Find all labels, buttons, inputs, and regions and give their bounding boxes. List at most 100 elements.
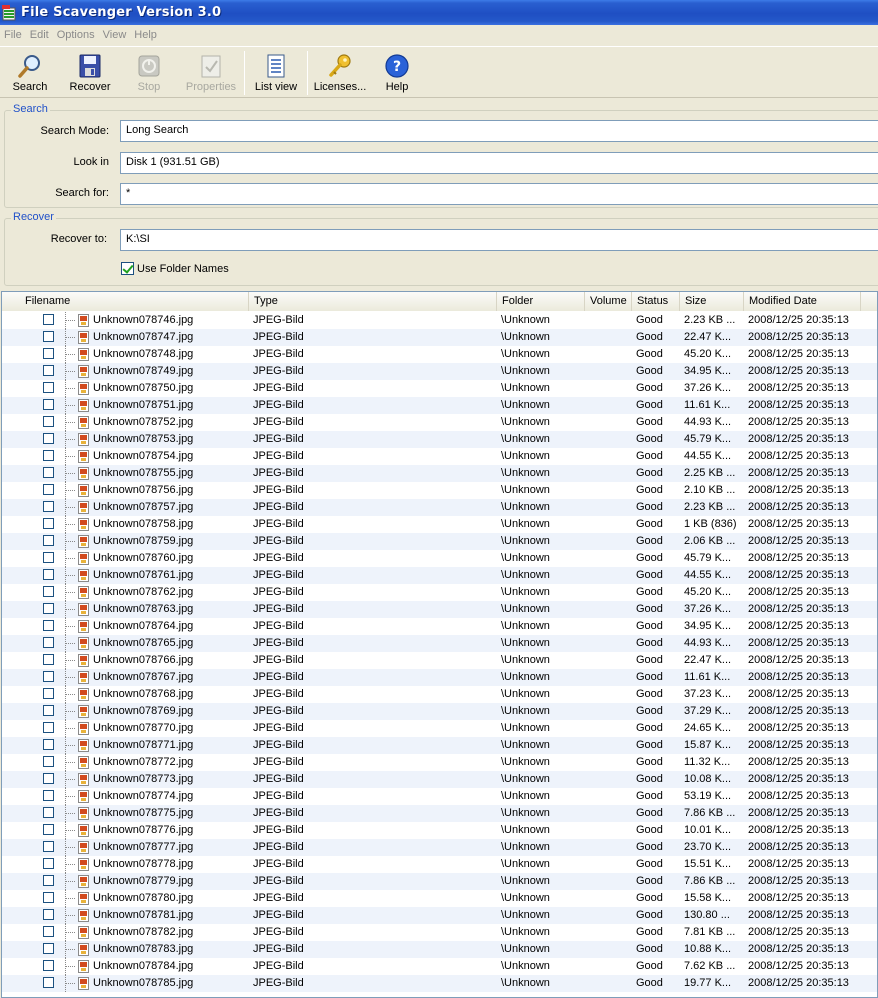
row-checkbox[interactable] [43,365,54,376]
row-checkbox[interactable] [43,501,54,512]
row-checkbox[interactable] [43,773,54,784]
row-checkbox[interactable] [43,331,54,342]
search-for-field[interactable]: * [120,183,878,205]
table-row[interactable]: Unknown078766.jpg JPEG-Bild \Unknown Good 22… [2,652,877,669]
table-row[interactable]: Unknown078761.jpg JPEG-Bild \Unknown Good 44… [2,567,877,584]
table-row[interactable]: Unknown078783.jpg JPEG-Bild \Unknown Good 10… [2,941,877,958]
table-row[interactable]: Unknown078754.jpg JPEG-Bild \Unknown Good 44… [2,448,877,465]
search-mode-field[interactable]: Long Search [120,120,878,142]
table-row[interactable]: Unknown078747.jpg JPEG-Bild \Unknown Good 22… [2,329,877,346]
row-checkbox[interactable] [43,858,54,869]
table-row[interactable]: Unknown078751.jpg JPEG-Bild \Unknown Good 11… [2,397,877,414]
table-row[interactable]: Unknown078778.jpg JPEG-Bild \Unknown Good 15… [2,856,877,873]
look-in-field[interactable]: Disk 1 (931.51 GB) [120,152,878,174]
column-header-size[interactable]: Size [680,292,744,311]
row-checkbox[interactable] [43,739,54,750]
list-view-button[interactable]: List view [245,47,307,97]
table-row[interactable]: Unknown078775.jpg JPEG-Bild \Unknown Good 7.… [2,805,877,822]
row-checkbox[interactable] [43,569,54,580]
properties-button[interactable]: Properties [178,47,244,97]
row-checkbox[interactable] [43,484,54,495]
row-checkbox[interactable] [43,586,54,597]
row-checkbox[interactable] [43,926,54,937]
use-folder-names-option[interactable]: Use Folder Names [121,262,229,275]
table-row[interactable]: Unknown078777.jpg JPEG-Bild \Unknown Good 23… [2,839,877,856]
table-row[interactable]: Unknown078758.jpg JPEG-Bild \Unknown Good 1 … [2,516,877,533]
table-row[interactable]: Unknown078779.jpg JPEG-Bild \Unknown Good 7.… [2,873,877,890]
table-row[interactable]: Unknown078781.jpg JPEG-Bild \Unknown Good 13… [2,907,877,924]
table-row[interactable]: Unknown078773.jpg JPEG-Bild \Unknown Good 10… [2,771,877,788]
menu-options[interactable]: Options [53,29,99,41]
row-checkbox[interactable] [43,977,54,988]
table-row[interactable]: Unknown078772.jpg JPEG-Bild \Unknown Good 11… [2,754,877,771]
row-checkbox[interactable] [43,348,54,359]
column-header-filename[interactable]: Filename [2,292,249,311]
table-row[interactable]: Unknown078764.jpg JPEG-Bild \Unknown Good 34… [2,618,877,635]
use-folder-names-checkbox[interactable] [121,262,134,275]
row-checkbox[interactable] [43,552,54,563]
row-checkbox[interactable] [43,450,54,461]
row-checkbox[interactable] [43,433,54,444]
column-header-type[interactable]: Type [249,292,497,311]
row-checkbox[interactable] [43,382,54,393]
row-checkbox[interactable] [43,671,54,682]
column-header-modified-date[interactable]: Modified Date [744,292,861,311]
row-checkbox[interactable] [43,943,54,954]
table-row[interactable]: Unknown078748.jpg JPEG-Bild \Unknown Good 45… [2,346,877,363]
table-row[interactable]: Unknown078765.jpg JPEG-Bild \Unknown Good 44… [2,635,877,652]
search-button[interactable]: Search [0,47,60,97]
row-checkbox[interactable] [43,399,54,410]
row-checkbox[interactable] [43,637,54,648]
menu-edit[interactable]: Edit [26,29,53,41]
recover-button[interactable]: Recover [60,47,120,97]
menu-view[interactable]: View [99,29,131,41]
file-list[interactable]: Filename Type Folder Volume Status Size … [1,291,878,998]
table-row[interactable]: Unknown078759.jpg JPEG-Bild \Unknown Good 2.… [2,533,877,550]
row-checkbox[interactable] [43,892,54,903]
row-checkbox[interactable] [43,756,54,767]
table-row[interactable]: Unknown078756.jpg JPEG-Bild \Unknown Good 2.… [2,482,877,499]
table-row[interactable]: Unknown078746.jpg JPEG-Bild \Unknown Good 2.… [2,312,877,329]
stop-button[interactable]: Stop [120,47,178,97]
row-checkbox[interactable] [43,416,54,427]
row-checkbox[interactable] [43,535,54,546]
table-row[interactable]: Unknown078782.jpg JPEG-Bild \Unknown Good 7.… [2,924,877,941]
row-checkbox[interactable] [43,875,54,886]
row-checkbox[interactable] [43,518,54,529]
row-checkbox[interactable] [43,722,54,733]
licenses-button[interactable]: Licenses... [308,47,372,97]
row-checkbox[interactable] [43,705,54,716]
row-checkbox[interactable] [43,807,54,818]
table-row[interactable]: Unknown078753.jpg JPEG-Bild \Unknown Good 45… [2,431,877,448]
column-header-folder[interactable]: Folder [497,292,585,311]
table-row[interactable]: Unknown078750.jpg JPEG-Bild \Unknown Good 37… [2,380,877,397]
table-row[interactable]: Unknown078767.jpg JPEG-Bild \Unknown Good 11… [2,669,877,686]
table-row[interactable]: Unknown078768.jpg JPEG-Bild \Unknown Good 37… [2,686,877,703]
title-bar[interactable]: File Scavenger Version 3.0 [0,0,878,25]
row-checkbox[interactable] [43,824,54,835]
table-row[interactable]: Unknown078755.jpg JPEG-Bild \Unknown Good 2.… [2,465,877,482]
menu-file[interactable]: File [0,29,26,41]
table-row[interactable]: Unknown078776.jpg JPEG-Bild \Unknown Good 10… [2,822,877,839]
row-checkbox[interactable] [43,960,54,971]
table-row[interactable]: Unknown078770.jpg JPEG-Bild \Unknown Good 24… [2,720,877,737]
row-checkbox[interactable] [43,688,54,699]
help-button[interactable]: ? Help [372,47,422,97]
row-checkbox[interactable] [43,467,54,478]
table-row[interactable]: Unknown078780.jpg JPEG-Bild \Unknown Good 15… [2,890,877,907]
row-checkbox[interactable] [43,620,54,631]
row-checkbox[interactable] [43,314,54,325]
table-row[interactable]: Unknown078762.jpg JPEG-Bild \Unknown Good 45… [2,584,877,601]
table-row[interactable]: Unknown078752.jpg JPEG-Bild \Unknown Good 44… [2,414,877,431]
table-row[interactable]: Unknown078757.jpg JPEG-Bild \Unknown Good 2.… [2,499,877,516]
row-checkbox[interactable] [43,603,54,614]
recover-to-field[interactable]: K:\SI [120,229,878,251]
row-checkbox[interactable] [43,654,54,665]
column-header-status[interactable]: Status [632,292,680,311]
column-header-volume[interactable]: Volume [585,292,632,311]
table-row[interactable]: Unknown078749.jpg JPEG-Bild \Unknown Good 34… [2,363,877,380]
table-row[interactable]: Unknown078760.jpg JPEG-Bild \Unknown Good 45… [2,550,877,567]
table-row[interactable]: Unknown078774.jpg JPEG-Bild \Unknown Good 53… [2,788,877,805]
menu-help[interactable]: Help [130,29,161,41]
table-row[interactable]: Unknown078785.jpg JPEG-Bild \Unknown Good 19… [2,975,877,992]
